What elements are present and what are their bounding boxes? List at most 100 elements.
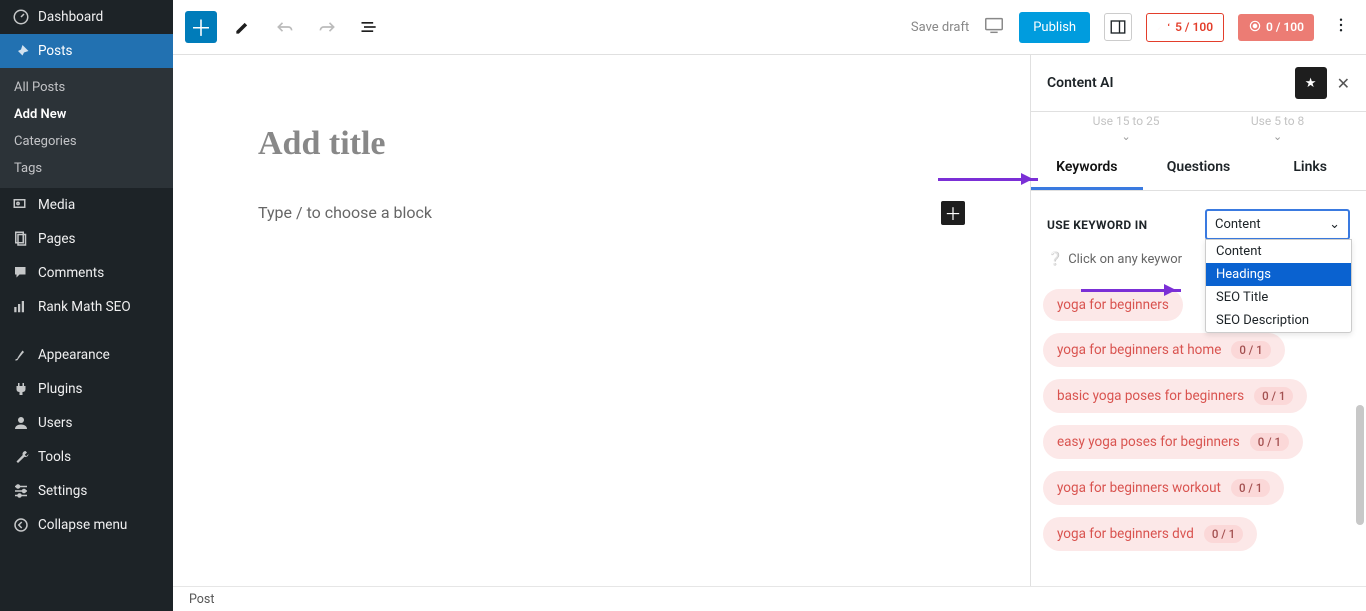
scrollbar-thumb[interactable] — [1356, 405, 1364, 525]
panel-scrollbar[interactable] — [1352, 55, 1366, 586]
keyword-location-dropdown: Content Headings SEO Title SEO Descripti… — [1205, 239, 1352, 333]
outline-button[interactable] — [353, 11, 385, 43]
sidebar-label: Tools — [38, 449, 71, 465]
keyword-pill[interactable]: yoga for beginners — [1043, 289, 1183, 321]
option-content[interactable]: Content — [1206, 240, 1351, 263]
keyword-count: 0 / 1 — [1204, 525, 1243, 543]
sidebar-label: Rank Math SEO — [38, 299, 131, 315]
sidebar-item-rank-math[interactable]: Rank Math SEO — [0, 290, 173, 324]
chevron-down-icon[interactable]: ⌄ — [1093, 130, 1160, 143]
placeholder-text: Type / to choose a block — [258, 203, 432, 222]
keyword-pill[interactable]: yoga for beginners workout 0 / 1 — [1043, 471, 1284, 505]
tab-questions[interactable]: Questions — [1143, 147, 1255, 190]
annotation-arrow — [938, 178, 1038, 181]
score-value: 0 / 100 — [1266, 20, 1304, 34]
hint-text: Use 5 to 8 — [1251, 114, 1304, 128]
use-keyword-row: USE KEYWORD IN Content ⌄ Content Heading… — [1031, 191, 1366, 248]
target-icon — [1248, 19, 1262, 36]
keyword-text: easy yoga poses for beginners — [1057, 434, 1240, 450]
option-seo-description[interactable]: SEO Description — [1206, 309, 1351, 332]
redo-button[interactable] — [311, 11, 343, 43]
save-draft-button[interactable]: Save draft — [911, 20, 969, 35]
sidebar-sub-add-new[interactable]: Add New — [0, 101, 173, 128]
block-editor-placeholder[interactable]: Type / to choose a block ＋ — [258, 203, 945, 222]
pages-icon — [12, 230, 30, 248]
collapse-icon — [12, 516, 30, 534]
sidebar-sub-all-posts[interactable]: All Posts — [0, 74, 173, 101]
tab-links[interactable]: Links — [1254, 147, 1366, 190]
sidebar-item-settings[interactable]: Settings — [0, 474, 173, 508]
sidebar-sub-tags[interactable]: Tags — [0, 155, 173, 182]
edit-tool-button[interactable] — [227, 11, 259, 43]
post-title-input[interactable]: Add title — [258, 125, 945, 163]
sidebar-item-pages[interactable]: Pages — [0, 222, 173, 256]
hint-text: Use 15 to 25 — [1093, 114, 1160, 128]
keyword-pill[interactable]: easy yoga poses for beginners 0 / 1 — [1043, 425, 1303, 459]
sidebar-item-posts[interactable]: Posts — [0, 34, 173, 68]
sidebar-item-dashboard[interactable]: Dashboard — [0, 0, 173, 34]
content-ai-score-pill[interactable]: 0 / 100 — [1238, 14, 1314, 41]
sidebar-label: Media — [38, 197, 75, 213]
sidebar-label: Settings — [38, 483, 87, 499]
sidebar-label: Pages — [38, 231, 76, 247]
tab-keywords[interactable]: Keywords — [1031, 147, 1143, 190]
close-panel-button[interactable]: ✕ — [1337, 74, 1350, 93]
sidebar-item-tools[interactable]: Tools — [0, 440, 173, 474]
panel-header-actions: ★ ✕ — [1295, 67, 1350, 99]
keyword-location-select[interactable]: Content ⌄ — [1205, 209, 1350, 240]
sidebar-separator — [0, 324, 173, 338]
wrench-icon — [12, 448, 30, 466]
sidebar-label: Posts — [38, 43, 72, 59]
plug-icon — [12, 380, 30, 398]
keyword-text: yoga for beginners dvd — [1057, 526, 1194, 542]
admin-sidebar: Dashboard Posts All Posts Add New Catego… — [0, 0, 173, 611]
undo-button[interactable] — [269, 11, 301, 43]
sidebar-item-comments[interactable]: Comments — [0, 256, 173, 290]
keyword-text: yoga for beginners — [1057, 297, 1169, 313]
sidebar-label: Plugins — [38, 381, 83, 397]
keyword-count: 0 / 1 — [1250, 433, 1289, 451]
sidebar-sub-categories[interactable]: Categories — [0, 128, 173, 155]
publish-button[interactable]: Publish — [1019, 12, 1090, 43]
keyword-pill[interactable]: basic yoga poses for beginners 0 / 1 — [1043, 379, 1307, 413]
user-icon — [12, 414, 30, 432]
select-value: Content — [1215, 217, 1261, 232]
editor-canvas: Add title Type / to choose a block ＋ — [173, 55, 1030, 586]
hint-text: Click on any keywor — [1068, 252, 1182, 267]
more-options-button[interactable] — [1328, 12, 1354, 42]
panel-title: Content AI — [1047, 75, 1114, 91]
keyword-text: yoga for beginners at home — [1057, 342, 1221, 358]
breadcrumb[interactable]: Post — [189, 592, 214, 607]
sidebar-item-collapse[interactable]: Collapse menu — [0, 508, 173, 542]
sidebar-item-media[interactable]: Media — [0, 188, 173, 222]
keyword-text: yoga for beginners workout — [1057, 480, 1221, 496]
keyword-pill[interactable]: yoga for beginners dvd 0 / 1 — [1043, 517, 1257, 551]
keyword-count: 0 / 1 — [1231, 341, 1270, 359]
option-headings[interactable]: Headings — [1206, 263, 1351, 286]
hint-col: Use 5 to 8 ⌄ — [1251, 114, 1304, 143]
chevron-down-icon: ⌄ — [1329, 217, 1340, 232]
sidebar-label: Appearance — [38, 347, 110, 363]
favorite-button[interactable]: ★ — [1295, 67, 1327, 99]
use-keyword-label: USE KEYWORD IN — [1047, 218, 1147, 232]
sidebar-item-plugins[interactable]: Plugins — [0, 372, 173, 406]
seo-score-pill[interactable]: 5 / 100 — [1146, 13, 1224, 42]
editor-top-toolbar: ＋ Save draft Publish 5 / 100 0 / 100 — [173, 0, 1366, 55]
preview-button[interactable] — [983, 14, 1005, 40]
content-ai-panel: Content AI ★ ✕ Use 15 to 25 ⌄ Use 5 to 8… — [1030, 55, 1366, 586]
keyword-location-select-wrap: Content ⌄ Content Headings SEO Title SEO… — [1205, 209, 1350, 240]
chevron-down-icon[interactable]: ⌄ — [1251, 130, 1304, 143]
score-value: 5 / 100 — [1175, 20, 1213, 34]
settings-toggle-button[interactable] — [1104, 13, 1132, 41]
sidebar-label: Users — [38, 415, 72, 431]
sidebar-item-appearance[interactable]: Appearance — [0, 338, 173, 372]
keyword-count: 0 / 1 — [1254, 387, 1293, 405]
add-block-inline-button[interactable]: ＋ — [941, 201, 965, 225]
sidebar-item-users[interactable]: Users — [0, 406, 173, 440]
add-block-button[interactable]: ＋ — [185, 11, 217, 43]
keyword-pill[interactable]: yoga for beginners at home 0 / 1 — [1043, 333, 1285, 367]
dashboard-icon — [12, 8, 30, 26]
pin-icon — [12, 42, 30, 60]
sidebar-label: Dashboard — [38, 9, 103, 25]
option-seo-title[interactable]: SEO Title — [1206, 286, 1351, 309]
